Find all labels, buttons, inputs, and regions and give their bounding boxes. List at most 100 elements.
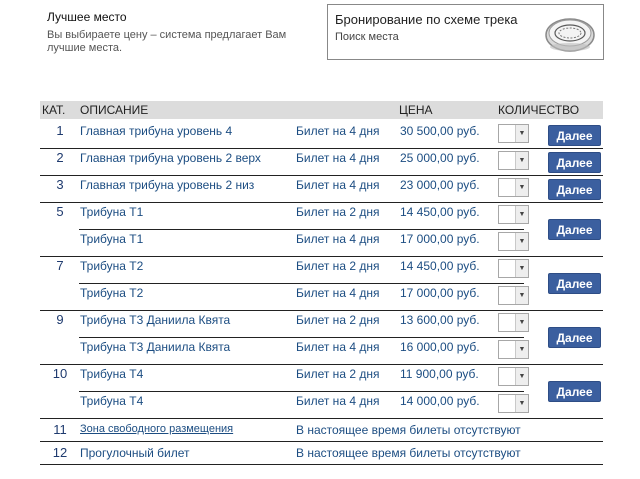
chevron-down-icon[interactable]: ▼ <box>515 287 528 304</box>
next-button[interactable]: Далее <box>548 327 601 348</box>
category-number: 2 <box>56 150 64 165</box>
next-button[interactable]: Далее <box>548 219 601 240</box>
next-button[interactable]: Далее <box>548 124 601 146</box>
ticket-price: 17 000,00 руб. <box>400 286 480 300</box>
quantity-select[interactable]: ▼ <box>498 232 529 251</box>
sector-description: Трибуна Т1 <box>80 232 144 246</box>
next-button[interactable]: Далее <box>548 151 601 173</box>
ticket-price: 16 000,00 руб. <box>400 340 480 354</box>
chevron-down-icon[interactable]: ▼ <box>515 341 528 358</box>
availability-status: В настоящее время билеты отсутствуют <box>296 446 521 460</box>
best-seat-description: Вы выбираете цену – система предлагает В… <box>47 29 287 54</box>
ticket-type: Билет на 4 дня <box>296 340 380 354</box>
chevron-down-icon[interactable]: ▼ <box>515 125 528 142</box>
sector-description: Главная трибуна уровень 4 <box>80 124 233 138</box>
sector-description: Трибуна Т3 Даниила Квята <box>80 313 231 327</box>
chevron-down-icon[interactable]: ▼ <box>515 233 528 250</box>
ticket-price: 25 000,00 руб. <box>400 151 480 165</box>
quantity-select[interactable]: ▼ <box>498 151 529 170</box>
free-zone-link[interactable]: Зона свободного размещения <box>80 423 233 435</box>
ticket-type: Билет на 4 дня <box>296 286 380 300</box>
ticket-type: Билет на 2 дня <box>296 259 380 273</box>
header-quantity: КОЛИЧЕСТВО <box>498 103 580 117</box>
category-number: 3 <box>56 177 64 192</box>
ticket-type: Билет на 4 дня <box>296 394 380 408</box>
sector-description: Трибуна Т1 <box>80 205 144 219</box>
ticket-price: 14 000,00 руб. <box>400 394 480 408</box>
chevron-down-icon[interactable]: ▼ <box>515 314 528 331</box>
ticket-price: 17 000,00 руб. <box>400 232 480 246</box>
group-divider <box>40 148 603 149</box>
ticket-price: 14 450,00 руб. <box>400 259 480 273</box>
category-number: 11 <box>53 422 67 437</box>
ticket-type: Билет на 4 дня <box>296 151 380 165</box>
table-header: КАТ. ОПИСАНИЕ ЦЕНА КОЛИЧЕСТВО <box>40 101 603 119</box>
best-seat-section: Лучшее место Вы выбираете цену – система… <box>47 10 317 55</box>
chevron-down-icon[interactable]: ▼ <box>515 260 528 277</box>
group-divider <box>40 175 603 176</box>
group-divider <box>40 202 603 203</box>
quantity-select[interactable]: ▼ <box>498 367 529 386</box>
header-cat: КАТ. <box>42 103 66 117</box>
chevron-down-icon[interactable]: ▼ <box>515 395 528 412</box>
ticket-type: Билет на 2 дня <box>296 367 380 381</box>
group-divider <box>40 441 603 442</box>
category-number: 9 <box>56 312 64 327</box>
ticket-price: 23 000,00 руб. <box>400 178 480 192</box>
quantity-select[interactable]: ▼ <box>498 259 529 278</box>
best-seat-title: Лучшее место <box>47 10 127 24</box>
group-divider <box>40 464 603 465</box>
track-scheme-booking-box[interactable]: Бронирование по схеме трека Поиск места <box>327 4 604 60</box>
chevron-down-icon[interactable]: ▼ <box>515 368 528 385</box>
ticket-price: 13 600,00 руб. <box>400 313 480 327</box>
group-divider <box>40 418 603 419</box>
sector-description: Трибуна Т2 <box>80 259 144 273</box>
category-number: 5 <box>56 204 64 219</box>
quantity-select[interactable]: ▼ <box>498 286 529 305</box>
sector-description: Трибуна Т2 <box>80 286 144 300</box>
ticket-price: 30 500,00 руб. <box>400 124 480 138</box>
category-number: 7 <box>56 258 64 273</box>
ticket-type: Билет на 2 дня <box>296 313 380 327</box>
quantity-select[interactable]: ▼ <box>498 124 529 143</box>
group-divider <box>40 310 603 311</box>
sector-description: Прогулочный билет <box>80 446 190 460</box>
next-button[interactable]: Далее <box>548 178 601 200</box>
seat-search-link[interactable]: Поиск места <box>335 31 399 43</box>
quantity-select[interactable]: ▼ <box>498 313 529 332</box>
header-description: ОПИСАНИЕ <box>80 103 149 117</box>
category-number: 12 <box>52 445 68 460</box>
quantity-select[interactable]: ▼ <box>498 394 529 413</box>
category-number: 10 <box>52 366 68 381</box>
next-button[interactable]: Далее <box>548 273 601 294</box>
group-divider <box>40 256 603 257</box>
sector-description: Главная трибуна уровень 2 низ <box>80 178 255 192</box>
sector-description: Трибуна Т4 <box>80 367 144 381</box>
quantity-select[interactable]: ▼ <box>498 178 529 197</box>
header-price: ЦЕНА <box>399 103 433 117</box>
ticket-type: Билет на 4 дня <box>296 124 380 138</box>
race-track-icon <box>545 18 595 52</box>
next-button[interactable]: Далее <box>548 381 601 402</box>
ticket-price: 14 450,00 руб. <box>400 205 480 219</box>
quantity-select[interactable]: ▼ <box>498 205 529 224</box>
chevron-down-icon[interactable]: ▼ <box>515 179 528 196</box>
track-scheme-title: Бронирование по схеме трека <box>335 12 518 27</box>
row-divider <box>79 229 524 230</box>
chevron-down-icon[interactable]: ▼ <box>515 206 528 223</box>
group-divider <box>40 364 603 365</box>
ticket-price: 11 900,00 руб. <box>400 367 479 381</box>
sector-description: Трибуна Т3 Даниила Квята <box>80 340 231 354</box>
quantity-select[interactable]: ▼ <box>498 340 529 359</box>
row-divider <box>79 337 524 338</box>
ticket-type: Билет на 4 дня <box>296 232 380 246</box>
category-number: 1 <box>56 123 64 138</box>
chevron-down-icon[interactable]: ▼ <box>515 152 528 169</box>
row-divider <box>79 283 524 284</box>
ticket-type: Билет на 2 дня <box>296 205 380 219</box>
availability-status: В настоящее время билеты отсутствуют <box>296 423 521 437</box>
ticket-type: Билет на 4 дня <box>296 178 380 192</box>
sector-description: Главная трибуна уровень 2 верх <box>80 151 261 165</box>
row-divider <box>79 391 524 392</box>
sector-description: Трибуна Т4 <box>80 394 144 408</box>
